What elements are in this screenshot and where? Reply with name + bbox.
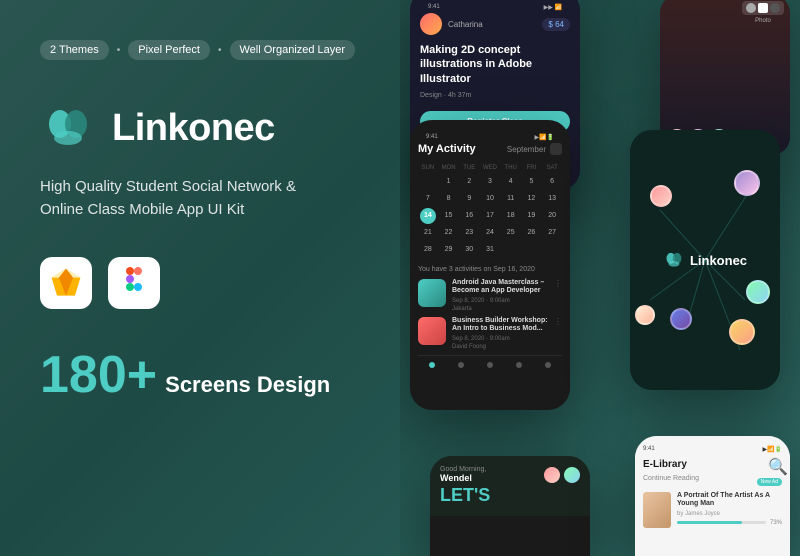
reading-progress: 73% (677, 520, 782, 526)
tagline: High Quality Student Social Network & On… (40, 176, 320, 221)
activity-date-2: Sep 8, 2020 · 9:00am (452, 336, 548, 342)
status-bar-6: 9:41 ▶📶🔋 (643, 444, 782, 455)
greeting-avatars (544, 467, 580, 483)
network-logo-text: Linkonec (690, 253, 747, 268)
bottom-navigation (418, 355, 562, 372)
figma-icon-container (108, 257, 160, 309)
class-title: Making 2D concept illustrations in Adobe… (420, 43, 570, 86)
network-node-4 (635, 305, 655, 325)
network-node-3 (746, 280, 770, 304)
activity-thumb-1 (418, 279, 446, 307)
library-search-icon[interactable]: 🔍 (768, 457, 782, 471)
pixel-badge: Pixel Perfect (128, 40, 210, 60)
network-node-6 (729, 319, 755, 345)
activity-info-2: Business Builder Workshop: An Intro to B… (452, 317, 548, 350)
library-title: E-Library (643, 459, 687, 470)
book-title-text: A Portrait Of The Artist As A Young Man (677, 492, 782, 509)
greeting-name: Wendel (440, 473, 486, 483)
brand-name: Linkonec (112, 107, 275, 150)
activity-title: My Activity (418, 143, 476, 155)
progress-percent: 73% (770, 520, 782, 526)
greeting-label: Good Morning, (440, 466, 486, 473)
dot-separator-2: • (218, 45, 222, 56)
activity-item-2: Business Builder Workshop: An Intro to B… (418, 317, 562, 350)
progress-bar (677, 521, 766, 524)
phone-greeting: Good Morning, Wendel LET'S (430, 456, 590, 556)
nav-chat[interactable] (458, 362, 464, 368)
layer-badge: Well Organized Layer (230, 40, 356, 60)
network-node-1 (650, 185, 672, 207)
nav-home[interactable] (429, 362, 435, 368)
nav-activity[interactable] (516, 362, 522, 368)
phone-network: Linkonec (630, 130, 780, 390)
tagline-line1: High Quality Student Social Network & (40, 178, 296, 195)
screen-label: Screens Design (165, 372, 330, 398)
network-node-5 (670, 308, 692, 330)
left-panel: 2 Themes • Pixel Perfect • Well Organize… (0, 0, 400, 556)
instructor-name: Catharina (448, 20, 483, 29)
activity-item-1: Android Java Masterclass – Become an App… (418, 279, 562, 312)
activity-thumb-2 (418, 317, 446, 345)
tool-icons-row (40, 257, 360, 309)
calendar-header: My Activity September (418, 143, 562, 155)
network-node-2 (734, 170, 760, 196)
month-label: September (507, 145, 546, 154)
activity-summary: You have 3 activities on Sep 16, 2020 (418, 266, 562, 273)
activity-date-1: Sep 8, 2020 · 9:00am (452, 298, 548, 304)
phone-activity: 9:41 ▶📶🔋 My Activity September SUN MON T… (410, 120, 570, 410)
screen-count: 180+ (40, 349, 157, 401)
new-ad-badge: New Ad (757, 478, 782, 486)
calendar-grid: SUN MON TUE WED THU FRI SAT 1 2 3 4 5 6 … (418, 163, 562, 258)
card-header: Catharina $ 64 (420, 13, 570, 35)
activity-info-1: Android Java Masterclass – Become an App… (452, 279, 548, 312)
photo-label: Photo (742, 18, 784, 24)
book-item: A Portrait Of The Artist As A Young Man … (643, 492, 782, 528)
activity-location-1: Jakarta (452, 306, 548, 312)
status-bar-1: 9:41 ▶▶ 📶 (420, 0, 570, 13)
brand-logo-icon (40, 100, 96, 156)
month-selector[interactable]: September (507, 143, 562, 155)
logo-section: Linkonec (40, 100, 360, 156)
photo-controls: Photo (742, 1, 784, 24)
continue-reading-label: Continue Reading (643, 475, 699, 482)
sketch-icon-container (40, 257, 92, 309)
network-center-logo: Linkonec (663, 249, 747, 271)
activity-title-2: Business Builder Workshop: An Intro to B… (452, 317, 548, 334)
class-category: Design · 4h 37m (420, 92, 570, 99)
book-details: A Portrait Of The Artist As A Young Man … (677, 492, 782, 526)
book-cover-image (643, 492, 671, 528)
progress-fill (677, 521, 742, 524)
library-header: E-Library 🔍 (643, 457, 782, 471)
dot-separator-1: • (117, 45, 121, 56)
themes-badge: 2 Themes (40, 40, 109, 60)
nav-account[interactable] (545, 362, 551, 368)
activity-title-1: Android Java Masterclass – Become an App… (452, 279, 548, 296)
activity-more-1[interactable]: ⋮ (554, 279, 562, 288)
tagline-line2: Online Class Mobile App UI Kit (40, 201, 244, 218)
instructor-avatar (420, 13, 442, 35)
phone-elibrary: 9:41 ▶📶🔋 E-Library 🔍 Continue Reading Ne… (635, 436, 790, 556)
lets-text: LET'S (440, 485, 580, 506)
activity-more-2[interactable]: ⋮ (554, 317, 562, 326)
status-bar-3: 9:41 ▶📶🔋 (418, 130, 562, 143)
price-badge: $ 64 (542, 18, 570, 31)
badges-row: 2 Themes • Pixel Perfect • Well Organize… (40, 40, 360, 60)
screens-count-section: 180+ Screens Design (40, 349, 360, 401)
right-panel: 9:41 ▶▶ 📶 Catharina $ 64 Making 2D conce… (400, 0, 800, 556)
book-author-text: by James Joyce (677, 511, 782, 517)
activity-person-2: David Foong (452, 344, 548, 350)
nav-discover[interactable] (487, 362, 493, 368)
